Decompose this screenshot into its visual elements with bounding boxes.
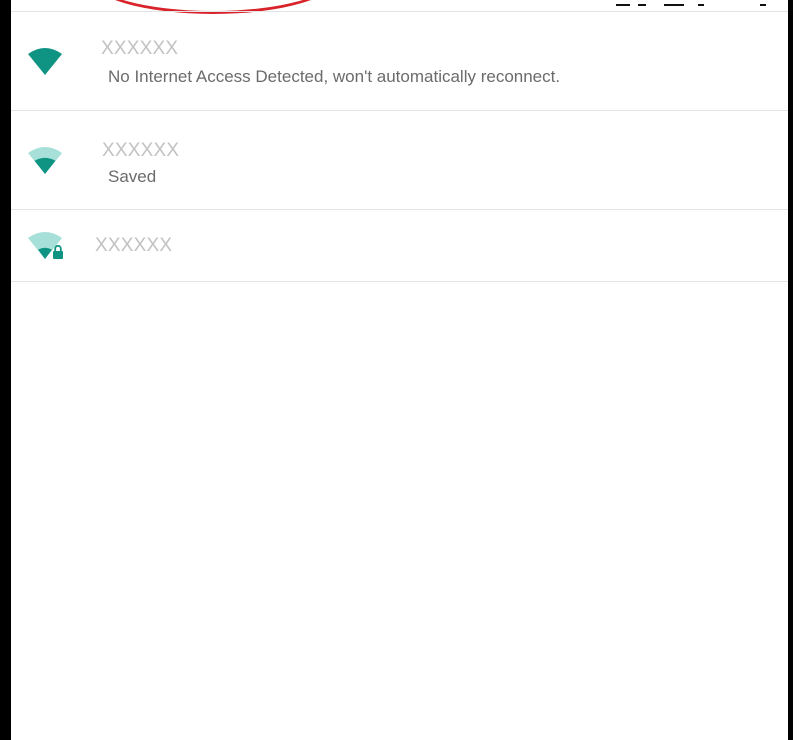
wifi-network-item[interactable]: XXXXXX Saved: [11, 111, 788, 209]
device-bezel-right: [788, 0, 793, 740]
wifi-network-item[interactable]: XXXXXX: [11, 210, 788, 281]
network-ssid: XXXXXX: [101, 38, 179, 59]
wifi-network-item[interactable]: XXXXXX No Internet Access Detected, won'…: [11, 12, 788, 110]
wifi-signal-medium-icon: [28, 147, 62, 174]
network-status: No Internet Access Detected, won't autom…: [108, 67, 561, 86]
wifi-settings-screen: XXXXXX No Internet Access Detected, won'…: [0, 0, 800, 740]
device-bezel-left: [0, 0, 11, 740]
wifi-signal-full-icon: [28, 48, 62, 75]
list-divider: [11, 281, 788, 282]
wifi-signal-weak-locked-icon: [28, 232, 63, 259]
network-ssid: XXXXXX: [95, 235, 173, 256]
lock-icon: [53, 251, 63, 259]
status-clip: Saved: [108, 163, 228, 185]
network-status: Saved: [108, 167, 157, 185]
network-ssid: XXXXXX: [102, 140, 180, 161]
